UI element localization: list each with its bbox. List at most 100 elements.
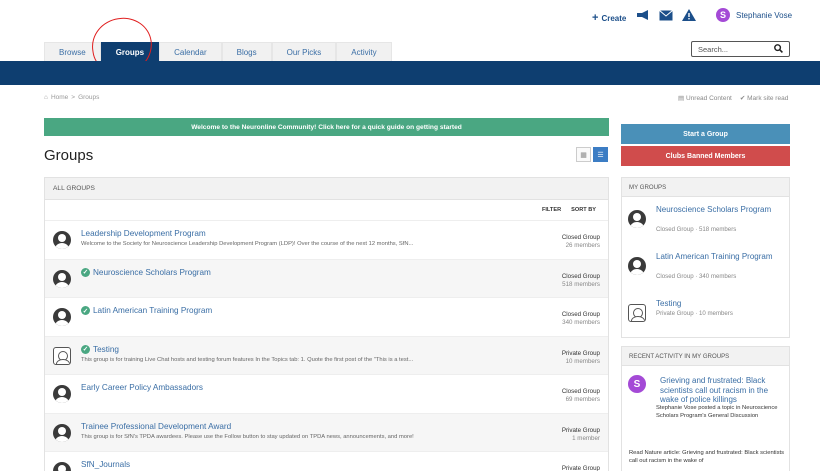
start-group-button[interactable]: Start a Group <box>621 124 790 144</box>
create-button[interactable]: + Create <box>592 12 626 24</box>
group-members: 10 members <box>565 357 600 365</box>
list-view-icon[interactable]: ☰ <box>593 147 608 162</box>
group-type: Closed Group <box>561 311 600 318</box>
inbox-icon: ▤ <box>678 95 685 102</box>
breadcrumb-separator: > <box>71 94 76 101</box>
my-groups-heading: MY GROUPS <box>622 178 789 197</box>
group-type: Closed Group <box>561 388 600 395</box>
my-group-name[interactable]: Neuroscience Scholars Program <box>656 205 781 215</box>
group-title[interactable]: ✓ Neuroscience Scholars Program <box>81 267 211 277</box>
group-type: Private Group <box>561 465 600 471</box>
welcome-banner[interactable]: Welcome to the Neuronline Community! Cli… <box>44 118 609 136</box>
breadcrumb-actions: ▤ Unread Content ✔ Mark site read <box>678 94 788 102</box>
group-members: 1 member <box>572 434 600 442</box>
group-title-text: Testing <box>93 344 119 354</box>
group-description: This group is for training Live Chat hos… <box>81 356 414 363</box>
group-avatar[interactable] <box>53 385 71 403</box>
group-type: Closed Group <box>561 272 600 280</box>
unread-content-link[interactable]: ▤ Unread Content <box>678 94 732 102</box>
group-title[interactable]: ✓ Testing <box>81 344 119 354</box>
table-row[interactable]: ✓ Neuroscience Scholars Program Closed Gr… <box>45 258 608 297</box>
nav-band <box>0 61 820 85</box>
check-icon: ✔ <box>739 95 746 102</box>
search-icon[interactable] <box>774 43 783 55</box>
home-icon[interactable]: ⌂ <box>44 94 48 101</box>
table-row[interactable]: Early Career Policy Ambassadors Closed G… <box>45 374 608 413</box>
verified-check-icon: ✓ <box>81 267 90 277</box>
main-nav: Browse Groups Calendar Blogs Our Picks A… <box>44 42 392 61</box>
breadcrumb: ⌂ Home > Groups <box>44 94 99 101</box>
table-row[interactable]: ✓ Latin American Training Program Closed … <box>45 297 608 336</box>
plus-icon: + <box>592 12 599 24</box>
mark-read-label: Mark site read <box>747 95 789 102</box>
tab-browse[interactable]: Browse <box>44 42 101 61</box>
grid-view-icon[interactable]: ▦ <box>576 147 591 162</box>
group-avatar[interactable] <box>628 304 646 322</box>
group-title-text: Leadership Development Program <box>81 229 206 238</box>
group-avatar[interactable] <box>628 210 646 228</box>
group-members: 69 members <box>565 396 600 403</box>
mail-icon[interactable] <box>659 8 673 22</box>
recent-activity-summary: Stephanie Vose posted a topic in Neurosc… <box>656 405 778 419</box>
filter-button[interactable]: FILTER <box>542 207 561 213</box>
group-avatar[interactable] <box>53 346 71 365</box>
tab-blogs[interactable]: Blogs <box>221 42 272 61</box>
table-row[interactable]: SfN_Journals Private Group <box>45 451 608 471</box>
view-toggle: ▦ ☰ <box>576 147 608 162</box>
clubs-banned-members-button[interactable]: Clubs Banned Members <box>621 146 790 166</box>
verified-check-icon: ✓ <box>81 306 90 315</box>
table-row[interactable]: ✓ Testing This group is for training Live… <box>45 335 608 374</box>
my-group-name[interactable]: Latin American Training Program <box>656 252 781 262</box>
search-placeholder: Search... <box>698 44 729 54</box>
all-groups-panel: ALL GROUPS FILTER SORT BY Leadership Dev… <box>44 177 609 471</box>
group-avatar[interactable] <box>53 462 71 471</box>
group-type: Private Group <box>561 426 600 434</box>
my-group-name[interactable]: Testing <box>656 299 781 309</box>
recent-activity-panel: RECENT ACTIVITY IN MY GROUPS S Grieving … <box>621 346 790 471</box>
group-title-text: Latin American Training Program <box>93 306 213 315</box>
group-title-text: Early Career Policy Ambassadors <box>81 383 203 392</box>
group-title[interactable]: Trainee Professional Development Award <box>81 422 231 431</box>
my-groups-panel: MY GROUPS Neuroscience Scholars Program … <box>621 177 790 338</box>
filter-bar: FILTER SORT BY <box>45 200 608 220</box>
breadcrumb-current: Groups <box>78 94 100 101</box>
mark-site-read-link[interactable]: ✔ Mark site read <box>740 94 788 102</box>
group-avatar[interactable] <box>53 269 71 288</box>
megaphone-icon[interactable] <box>636 8 650 22</box>
group-avatar[interactable] <box>53 423 71 442</box>
sort-button[interactable]: SORT BY <box>571 207 596 213</box>
recent-activity-excerpt: Read Nature article: Grieving and frustr… <box>629 450 784 464</box>
tab-calendar[interactable]: Calendar <box>159 42 222 61</box>
avatar: S <box>716 8 730 22</box>
my-group-meta: Closed Group · 518 members <box>656 226 737 233</box>
tab-groups[interactable]: Groups <box>100 42 160 61</box>
group-avatar[interactable] <box>628 257 646 275</box>
alert-icon[interactable] <box>682 8 696 22</box>
group-title[interactable]: SfN_Journals <box>81 460 130 469</box>
page-title: Groups <box>44 147 94 164</box>
group-members: 518 members <box>562 280 600 288</box>
list-item[interactable]: Neuroscience Scholars Program Closed Gro… <box>622 197 789 244</box>
table-row[interactable]: Trainee Professional Development Award T… <box>45 412 608 451</box>
group-description: This group is for SfN's TPDA awardees. P… <box>81 433 414 440</box>
group-type: Private Group <box>561 349 600 357</box>
list-item[interactable]: Testing Private Group · 10 members <box>622 291 789 338</box>
user-menu[interactable]: S Stephanie Vose <box>716 8 792 22</box>
avatar[interactable]: S <box>628 375 646 393</box>
group-title[interactable]: Early Career Policy Ambassadors <box>81 383 203 392</box>
list-item[interactable]: Latin American Training Program Closed G… <box>622 244 789 291</box>
recent-activity-title[interactable]: Grieving and frustrated: Black scientist… <box>660 376 786 405</box>
group-avatar[interactable] <box>53 308 71 326</box>
breadcrumb-home[interactable]: Home <box>51 94 68 101</box>
recent-activity-heading: RECENT ACTIVITY IN MY GROUPS <box>622 347 789 366</box>
tab-activity[interactable]: Activity <box>336 42 392 61</box>
search-input[interactable]: Search... <box>691 41 790 57</box>
my-group-meta: Closed Group · 340 members <box>656 273 737 280</box>
create-label: Create <box>601 13 627 23</box>
group-avatar[interactable] <box>53 231 71 249</box>
table-row[interactable]: Leadership Development Program Welcome t… <box>45 220 608 259</box>
group-members: 26 members <box>565 242 600 249</box>
group-title[interactable]: Leadership Development Program <box>81 229 206 238</box>
group-title[interactable]: ✓ Latin American Training Program <box>81 306 212 315</box>
tab-our-picks[interactable]: Our Picks <box>271 42 337 61</box>
